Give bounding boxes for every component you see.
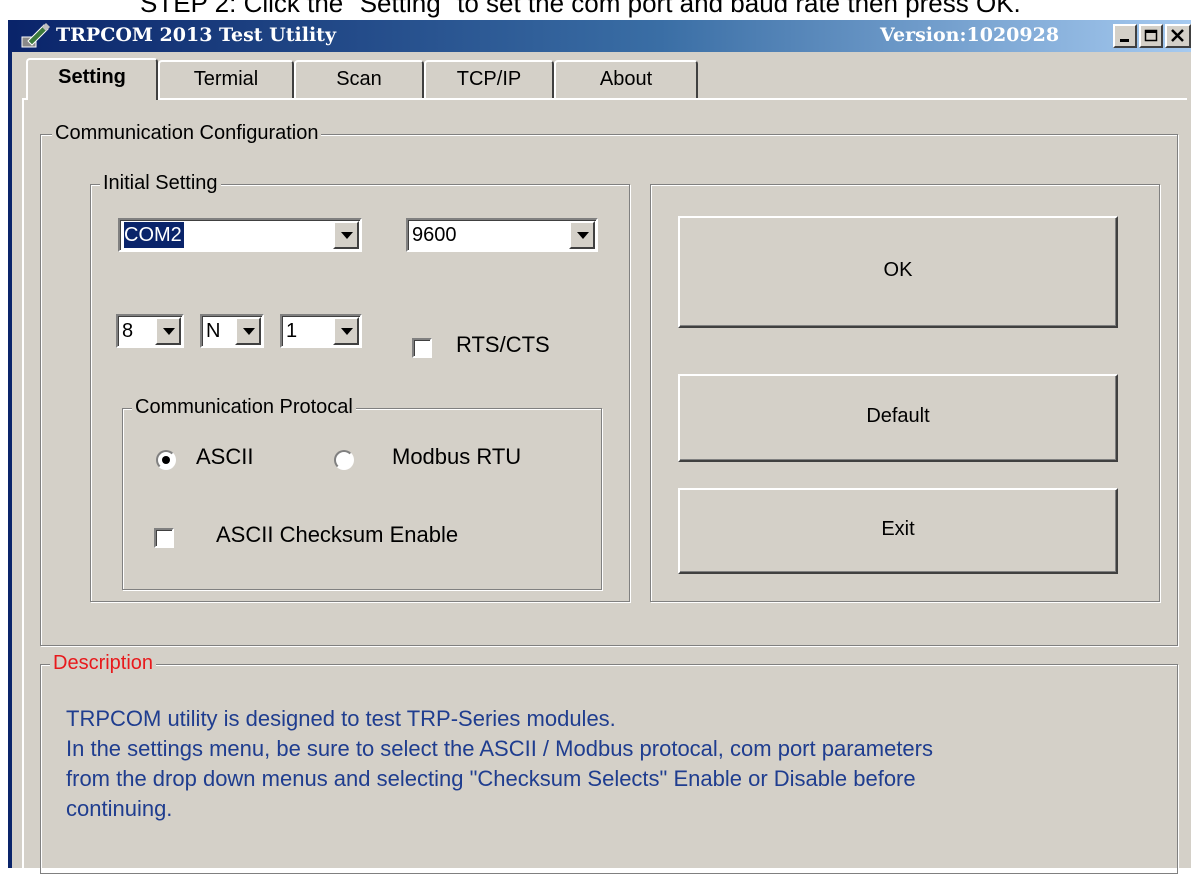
rts-cts-label: RTS/CTS [456, 332, 550, 357]
modbus-rtu-radio[interactable] [334, 450, 354, 470]
description-line: from the drop down menus and selecting "… [66, 766, 916, 791]
ascii-checksum-label: ASCII Checksum Enable [216, 522, 459, 547]
description-legend: Description [50, 652, 157, 675]
data-bits-select[interactable]: 8 [116, 314, 184, 348]
tab-setting[interactable]: Setting [26, 58, 158, 100]
minimize-icon [1120, 39, 1129, 42]
default-button-label: Default [866, 405, 930, 427]
parity-select[interactable]: N [200, 314, 264, 348]
tab-termial-label: Termial [193, 68, 259, 90]
protocol-group [122, 408, 602, 590]
ascii-checksum-checkbox[interactable] [154, 528, 174, 548]
description-line: In the settings menu, be sure to select … [66, 736, 933, 761]
exit-button-label: Exit [881, 518, 915, 540]
app-window: TRPCOM 2013 Test Utility Version:1020928… [8, 20, 1191, 874]
step-caption-text: STEP 2: Click the "Setting" to set the c… [140, 0, 1021, 18]
chevron-down-icon [341, 232, 353, 239]
radio-selected-dot [162, 456, 170, 464]
chevron-down-icon [341, 328, 353, 335]
window-title: TRPCOM 2013 Test Utility [56, 24, 336, 46]
chevron-down-icon [163, 328, 175, 335]
chevron-down-icon [243, 328, 255, 335]
chevron-down-icon [577, 232, 589, 239]
description-line: TRPCOM utility is designed to test TRP-S… [66, 706, 616, 731]
exit-button[interactable]: Exit [678, 488, 1118, 574]
minimize-button[interactable] [1113, 24, 1137, 48]
rts-cts-checkbox[interactable] [412, 338, 432, 358]
ok-button-label: OK [883, 259, 913, 281]
ok-button[interactable]: OK [678, 216, 1118, 328]
step-caption: STEP 2: Click the "Setting" to set the c… [0, 0, 1191, 20]
parity-dropdown-button[interactable] [235, 317, 261, 345]
protocol-legend: Communication Protocal [132, 396, 356, 419]
app-icon [21, 23, 50, 48]
description-line: continuing. [66, 796, 173, 821]
stop-bits-value: 1 [286, 320, 298, 342]
baud-rate-select[interactable]: 9600 [406, 218, 598, 252]
parity-value: N [206, 320, 221, 342]
close-button[interactable] [1165, 24, 1191, 48]
tab-about-label: About [599, 68, 653, 90]
comm-config-legend: Communication Configuration [52, 122, 322, 145]
ascii-radio[interactable] [156, 450, 176, 470]
tab-scan[interactable]: Scan [294, 60, 424, 98]
data-bits-value: 8 [122, 320, 134, 342]
com-port-value: COM2 [124, 222, 184, 248]
maximize-icon [1144, 29, 1158, 42]
tab-termial[interactable]: Termial [158, 60, 294, 98]
close-icon [1171, 29, 1184, 42]
tab-tcpip-label: TCP/IP [456, 68, 522, 90]
initial-setting-legend: Initial Setting [100, 172, 221, 195]
modbus-rtu-radio-label: Modbus RTU [392, 444, 522, 469]
default-button[interactable]: Default [678, 374, 1118, 462]
stop-bits-select[interactable]: 1 [280, 314, 362, 348]
com-port-select[interactable]: COM2 [118, 218, 362, 252]
maximize-button[interactable] [1139, 24, 1163, 48]
com-port-dropdown-button[interactable] [333, 221, 359, 249]
tab-tcpip[interactable]: TCP/IP [424, 60, 554, 98]
baud-rate-dropdown-button[interactable] [569, 221, 595, 249]
ascii-radio-label: ASCII [196, 444, 254, 469]
baud-rate-value: 9600 [412, 224, 457, 246]
version-label: Version:1020928 [880, 24, 1060, 46]
title-bar[interactable]: TRPCOM 2013 Test Utility Version:1020928 [12, 20, 1191, 52]
description-text: TRPCOM utility is designed to test TRP-S… [66, 704, 1146, 824]
tab-setting-label: Setting [58, 66, 126, 88]
stop-bits-dropdown-button[interactable] [333, 317, 359, 345]
tab-scan-label: Scan [336, 68, 382, 90]
tab-about[interactable]: About [554, 60, 698, 98]
data-bits-dropdown-button[interactable] [155, 317, 181, 345]
